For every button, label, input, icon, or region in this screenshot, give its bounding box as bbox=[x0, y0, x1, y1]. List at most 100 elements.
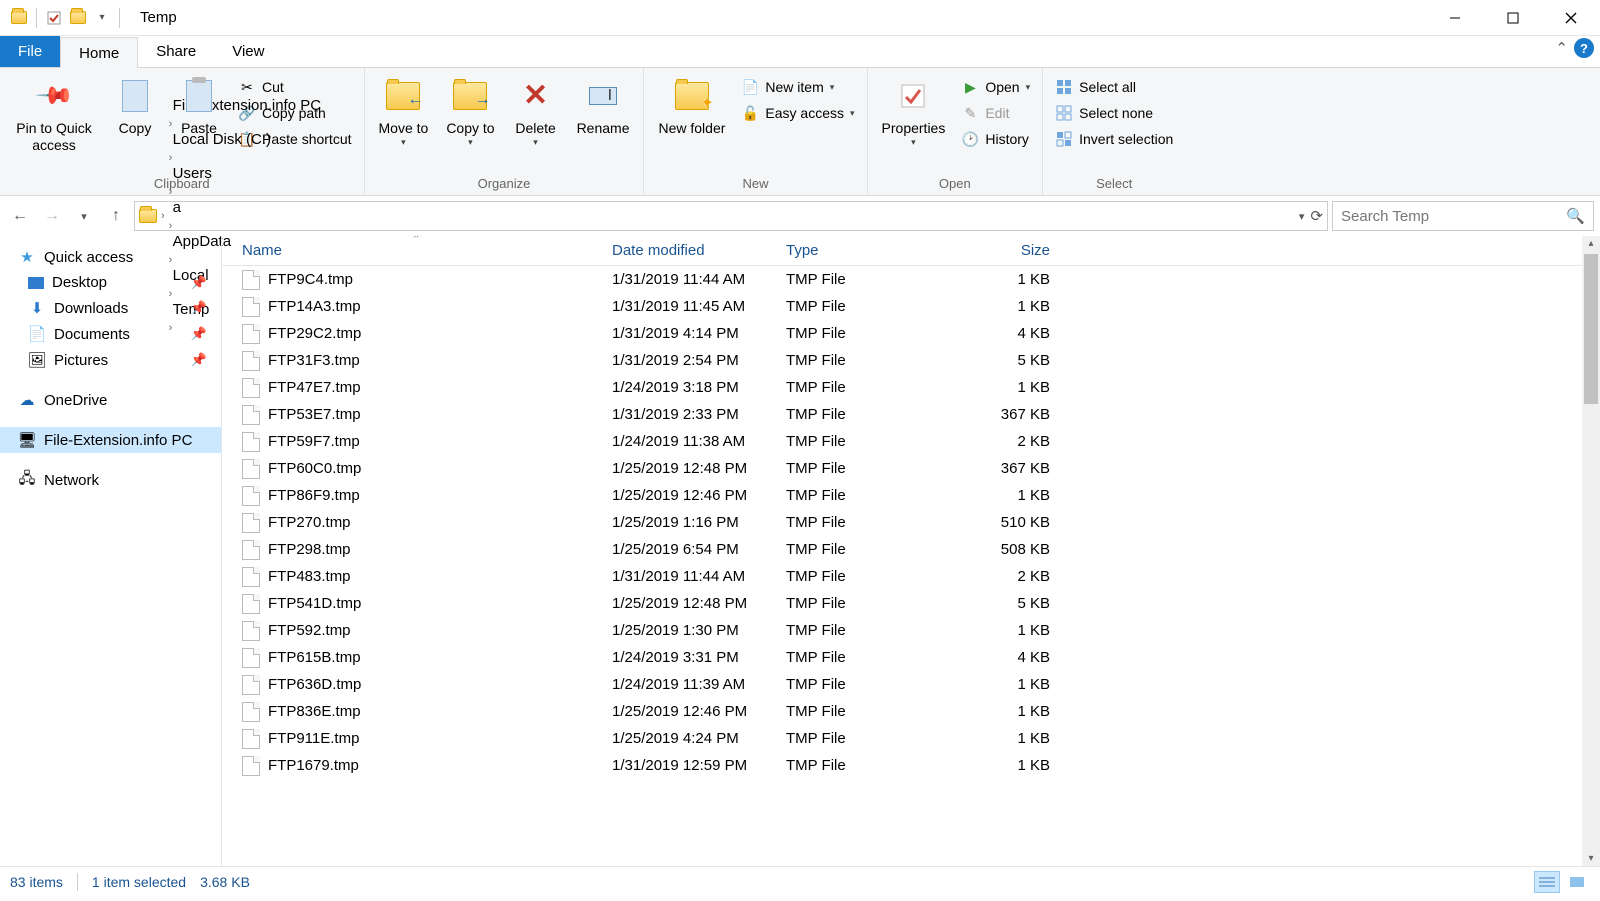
close-button[interactable] bbox=[1542, 0, 1600, 36]
move-to-button[interactable]: ← Move to▾ bbox=[373, 72, 435, 152]
nav-desktop[interactable]: Desktop📌 bbox=[0, 270, 221, 295]
address-bar[interactable]: › File-Extension.info PC›Local Disk (C:)… bbox=[134, 201, 1328, 231]
nav-network[interactable]: 🖧Network bbox=[0, 467, 221, 493]
minimize-button[interactable] bbox=[1426, 0, 1484, 36]
pin-icon: 📌 bbox=[191, 352, 207, 368]
file-size: 367 KB bbox=[950, 460, 1060, 477]
file-row[interactable]: FTP592.tmp1/25/2019 1:30 PMTMP File1 KB bbox=[222, 617, 1600, 644]
file-row[interactable]: FTP836E.tmp1/25/2019 12:46 PMTMP File1 K… bbox=[222, 698, 1600, 725]
file-row[interactable]: FTP47E7.tmp1/24/2019 3:18 PMTMP File1 KB bbox=[222, 374, 1600, 401]
file-type: TMP File bbox=[776, 676, 950, 693]
file-row[interactable]: FTP911E.tmp1/25/2019 4:24 PMTMP File1 KB bbox=[222, 725, 1600, 752]
breadcrumb-segment[interactable]: Users bbox=[169, 165, 325, 182]
properties-button[interactable]: Properties▾ bbox=[876, 72, 952, 152]
file-row[interactable]: FTP636D.tmp1/24/2019 11:39 AMTMP File1 K… bbox=[222, 671, 1600, 698]
file-row[interactable]: FTP615B.tmp1/24/2019 3:31 PMTMP File4 KB bbox=[222, 644, 1600, 671]
nav-back-button[interactable]: ← bbox=[6, 202, 34, 230]
collapse-ribbon-icon[interactable]: ⌃ bbox=[1555, 39, 1568, 57]
pin-quick-access-button[interactable]: 📌 Pin to Quick access bbox=[8, 72, 100, 158]
ribbon-group-select: Select all Select none Invert selection … bbox=[1043, 68, 1185, 195]
help-icon[interactable]: ? bbox=[1574, 38, 1594, 58]
rename-button[interactable]: Rename bbox=[571, 72, 636, 141]
breadcrumb-segment[interactable]: a bbox=[169, 199, 325, 216]
address-row: ← → ▾ ↑ › File-Extension.info PC›Local D… bbox=[0, 196, 1600, 236]
delete-button[interactable]: ✕ Delete▾ bbox=[507, 72, 565, 152]
file-type: TMP File bbox=[776, 514, 950, 531]
tab-share[interactable]: Share bbox=[138, 36, 214, 67]
file-date: 1/25/2019 4:24 PM bbox=[602, 730, 776, 747]
search-box[interactable]: Search Temp 🔍 bbox=[1332, 201, 1594, 231]
nav-pictures[interactable]: 🖼Pictures📌 bbox=[0, 347, 221, 373]
qat-properties-icon[interactable] bbox=[43, 7, 65, 29]
qat-dropdown-icon[interactable]: ▾ bbox=[91, 7, 113, 29]
file-row[interactable]: FTP483.tmp1/31/2019 11:44 AMTMP File2 KB bbox=[222, 563, 1600, 590]
file-name: FTP53E7.tmp bbox=[268, 406, 361, 423]
properties-icon bbox=[898, 81, 928, 111]
file-row[interactable]: FTP1679.tmp1/31/2019 12:59 PMTMP File1 K… bbox=[222, 752, 1600, 779]
file-name: FTP31F3.tmp bbox=[268, 352, 360, 369]
invert-selection-button[interactable]: Invert selection bbox=[1051, 128, 1177, 150]
refresh-icon[interactable]: ⟳ bbox=[1310, 207, 1323, 225]
nav-recent-dropdown[interactable]: ▾ bbox=[70, 202, 98, 230]
address-dropdown-icon[interactable]: ▾ bbox=[1299, 210, 1305, 223]
tab-home[interactable]: Home bbox=[60, 37, 138, 68]
file-row[interactable]: FTP541D.tmp1/25/2019 12:48 PMTMP File5 K… bbox=[222, 590, 1600, 617]
nav-downloads[interactable]: ⬇Downloads📌 bbox=[0, 295, 221, 321]
easy-access-button[interactable]: 🔓Easy access ▾ bbox=[737, 102, 858, 124]
file-row[interactable]: FTP53E7.tmp1/31/2019 2:33 PMTMP File367 … bbox=[222, 401, 1600, 428]
file-row[interactable]: FTP29C2.tmp1/31/2019 4:14 PMTMP File4 KB bbox=[222, 320, 1600, 347]
tab-view[interactable]: View bbox=[214, 36, 282, 67]
scrollbar[interactable]: ▴ ▾ bbox=[1582, 236, 1600, 866]
file-icon bbox=[242, 567, 260, 587]
view-details-button[interactable] bbox=[1534, 871, 1560, 893]
nav-documents[interactable]: 📄Documents📌 bbox=[0, 321, 221, 347]
edit-button[interactable]: ✎Edit bbox=[957, 102, 1034, 124]
file-type: TMP File bbox=[776, 757, 950, 774]
select-all-button[interactable]: Select all bbox=[1051, 76, 1177, 98]
select-none-button[interactable]: Select none bbox=[1051, 102, 1177, 124]
file-row[interactable]: FTP298.tmp1/25/2019 6:54 PMTMP File508 K… bbox=[222, 536, 1600, 563]
copy-to-button[interactable]: → Copy to▾ bbox=[440, 72, 500, 152]
documents-icon: 📄 bbox=[28, 325, 46, 343]
nav-up-button[interactable]: ↑ bbox=[102, 202, 130, 230]
file-icon bbox=[242, 729, 260, 749]
file-type: TMP File bbox=[776, 487, 950, 504]
file-row[interactable]: FTP86F9.tmp1/25/2019 12:46 PMTMP File1 K… bbox=[222, 482, 1600, 509]
column-header-size[interactable]: Size bbox=[950, 242, 1060, 259]
file-row[interactable]: FTP270.tmp1/25/2019 1:16 PMTMP File510 K… bbox=[222, 509, 1600, 536]
history-button[interactable]: 🕑History bbox=[957, 128, 1034, 150]
nav-quick-access[interactable]: ★Quick access bbox=[0, 244, 221, 270]
breadcrumb-segment[interactable]: Local Disk (C:) bbox=[169, 131, 325, 148]
file-row[interactable]: FTP60C0.tmp1/25/2019 12:48 PMTMP File367… bbox=[222, 455, 1600, 482]
open-button[interactable]: ▶Open ▾ bbox=[957, 76, 1034, 98]
file-row[interactable]: FTP14A3.tmp1/31/2019 11:45 AMTMP File1 K… bbox=[222, 293, 1600, 320]
column-header-date[interactable]: Date modified bbox=[602, 242, 776, 259]
file-size: 5 KB bbox=[950, 352, 1060, 369]
new-item-button[interactable]: 📄New item ▾ bbox=[737, 76, 858, 98]
scroll-thumb[interactable] bbox=[1584, 254, 1598, 404]
tab-file[interactable]: File bbox=[0, 36, 60, 67]
file-row[interactable]: FTP59F7.tmp1/24/2019 11:38 AMTMP File2 K… bbox=[222, 428, 1600, 455]
nav-forward-button[interactable]: → bbox=[38, 202, 66, 230]
file-name: FTP298.tmp bbox=[268, 541, 351, 558]
delete-icon: ✕ bbox=[523, 78, 548, 114]
file-size: 1 KB bbox=[950, 730, 1060, 747]
cut-button[interactable]: ✂Cut bbox=[234, 76, 356, 98]
file-icon bbox=[242, 297, 260, 317]
open-icon: ▶ bbox=[961, 78, 979, 96]
nav-this-pc[interactable]: 🖥File-Extension.info PC bbox=[0, 427, 221, 453]
new-folder-button[interactable]: ✦ New folder bbox=[652, 72, 731, 141]
file-row[interactable]: FTP9C4.tmp1/31/2019 11:44 AMTMP File1 KB bbox=[222, 266, 1600, 293]
qat-newfolder-icon[interactable] bbox=[67, 7, 89, 29]
paste-icon bbox=[186, 80, 212, 112]
maximize-button[interactable] bbox=[1484, 0, 1542, 36]
view-thumbnails-button[interactable] bbox=[1564, 871, 1590, 893]
pictures-icon: 🖼 bbox=[28, 351, 46, 369]
file-icon bbox=[242, 513, 260, 533]
file-name: FTP86F9.tmp bbox=[268, 487, 360, 504]
file-icon bbox=[242, 270, 260, 290]
copy-button[interactable]: Copy bbox=[106, 72, 164, 141]
column-header-type[interactable]: Type bbox=[776, 242, 950, 259]
nav-onedrive[interactable]: ☁OneDrive bbox=[0, 387, 221, 413]
file-row[interactable]: FTP31F3.tmp1/31/2019 2:54 PMTMP File5 KB bbox=[222, 347, 1600, 374]
